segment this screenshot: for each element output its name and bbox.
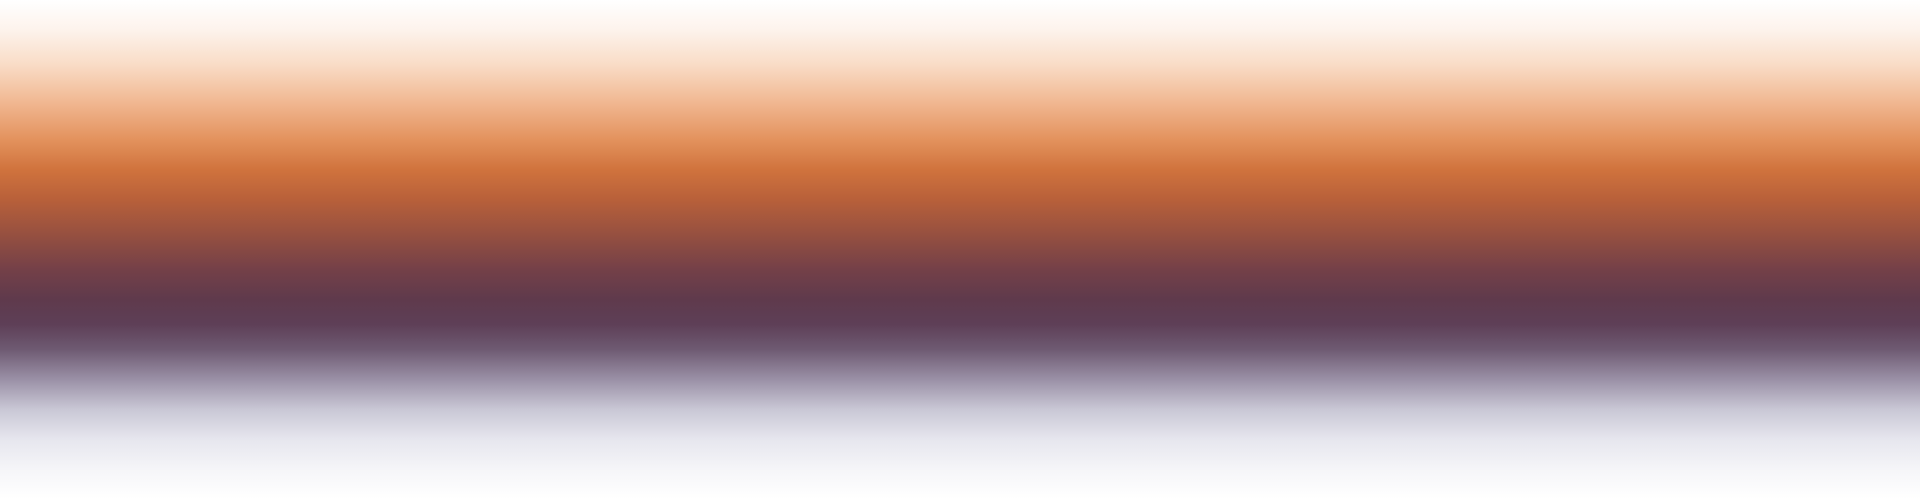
gradient-band (0, 0, 1920, 499)
canvas (0, 0, 1920, 499)
